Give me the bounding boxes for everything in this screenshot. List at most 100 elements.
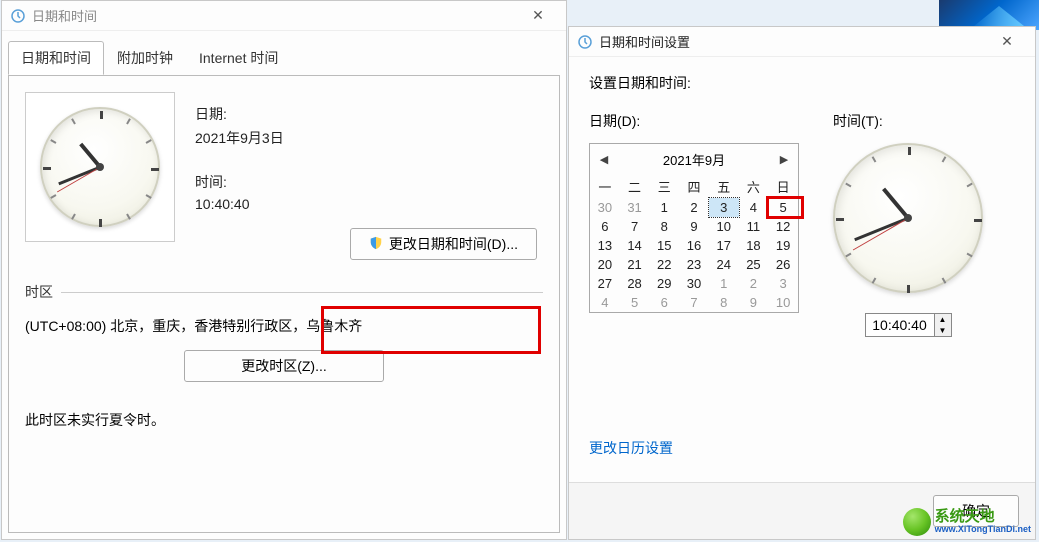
clock-app-icon	[577, 34, 593, 50]
calendar-day[interactable]: 2	[739, 274, 769, 293]
spinner-up[interactable]: ▲	[935, 314, 951, 325]
second-hand	[852, 218, 908, 251]
clock-app-icon	[10, 8, 26, 24]
calendar-day[interactable]: 31	[620, 198, 650, 217]
change-timezone-button[interactable]: 更改时区(Z)...	[184, 350, 384, 382]
clock-center	[904, 214, 912, 222]
tab-panel: 日期: 2021年9月3日 时间: 10:40:40 更改日期和时间(D)...…	[8, 75, 560, 533]
calendar-day[interactable]: 17	[709, 236, 739, 255]
globe-icon	[903, 508, 931, 536]
calendar-day[interactable]: 23	[679, 255, 709, 274]
calendar-day[interactable]: 12	[768, 217, 798, 236]
calendar-day[interactable]: 20	[590, 255, 620, 274]
close-button[interactable]: ✕	[987, 27, 1027, 56]
time-input[interactable]	[865, 313, 935, 337]
calendar-day[interactable]: 3	[768, 274, 798, 293]
datetime-window: 日期和时间 ✕ 日期和时间 附加时钟 Internet 时间 日期: 2021年…	[1, 0, 567, 540]
calendar-day[interactable]: 15	[649, 236, 679, 255]
clock-center	[96, 163, 104, 171]
watermark-line2: www.XiTongTianDi.net	[935, 525, 1031, 535]
dst-note: 此时区未实行夏令时。	[25, 410, 543, 430]
calendar-month-year[interactable]: 2021年9月	[663, 150, 725, 169]
calendar: ◀ 2021年9月 ▶ 一二三四五六日 30311234567891011121…	[589, 143, 799, 313]
minute-hand	[854, 217, 909, 242]
date-field-label: 日期(D):	[589, 111, 799, 131]
calendar-day[interactable]: 16	[679, 236, 709, 255]
tab-strip: 日期和时间 附加时钟 Internet 时间	[2, 37, 566, 75]
calendar-day[interactable]: 5	[620, 293, 650, 312]
prev-month-button[interactable]: ◀	[596, 152, 612, 168]
calendar-day[interactable]: 30	[590, 198, 620, 217]
calendar-day[interactable]: 30	[679, 274, 709, 293]
calendar-day[interactable]: 11	[739, 217, 769, 236]
calendar-day[interactable]: 25	[739, 255, 769, 274]
calendar-day[interactable]: 24	[709, 255, 739, 274]
calendar-dow: 六	[739, 175, 769, 198]
spinner-down[interactable]: ▼	[935, 325, 951, 336]
calendar-dow: 二	[620, 175, 650, 198]
calendar-day[interactable]: 8	[709, 293, 739, 312]
calendar-day[interactable]: 7	[620, 217, 650, 236]
calendar-day[interactable]: 14	[620, 236, 650, 255]
calendar-day[interactable]: 1	[709, 274, 739, 293]
calendar-day[interactable]: 4	[739, 198, 769, 217]
watermark-line1: 系统天地	[935, 509, 1031, 526]
calendar-day[interactable]: 9	[679, 217, 709, 236]
time-field-label: 时间(T):	[833, 111, 883, 131]
calendar-dow: 三	[649, 175, 679, 198]
dialog-prompt: 设置日期和时间:	[589, 73, 1015, 93]
calendar-day[interactable]: 13	[590, 236, 620, 255]
change-datetime-button[interactable]: 更改日期和时间(D)...	[350, 228, 537, 260]
clock-preview	[25, 92, 175, 242]
analog-clock	[40, 107, 160, 227]
watermark: 系统天地 www.XiTongTianDi.net	[903, 508, 1031, 536]
calendar-day[interactable]: 3	[709, 198, 739, 217]
change-calendar-settings-link[interactable]: 更改日历设置	[589, 438, 1015, 458]
calendar-day[interactable]: 6	[649, 293, 679, 312]
calendar-day[interactable]: 8	[649, 217, 679, 236]
calendar-dow: 日	[768, 175, 798, 198]
tab-additional-clocks[interactable]: 附加时钟	[104, 41, 186, 75]
calendar-day[interactable]: 10	[709, 217, 739, 236]
time-value: 10:40:40	[195, 196, 543, 212]
calendar-day[interactable]: 19	[768, 236, 798, 255]
dialog-titlebar[interactable]: 日期和时间设置 ✕	[569, 27, 1035, 57]
time-label: 时间:	[195, 172, 543, 192]
tab-datetime[interactable]: 日期和时间	[8, 41, 104, 75]
window-title: 日期和时间	[32, 6, 97, 25]
divider	[61, 292, 543, 293]
calendar-dow: 五	[709, 175, 739, 198]
calendar-dow: 一	[590, 175, 620, 198]
timezone-header: 时区	[25, 282, 53, 302]
change-datetime-label: 更改日期和时间(D)...	[389, 234, 518, 254]
calendar-day[interactable]: 28	[620, 274, 650, 293]
calendar-day[interactable]: 4	[590, 293, 620, 312]
shield-icon	[369, 236, 383, 253]
calendar-dow: 四	[679, 175, 709, 198]
next-month-button[interactable]: ▶	[776, 152, 792, 168]
calendar-day[interactable]: 2	[679, 198, 709, 217]
calendar-day[interactable]: 29	[649, 274, 679, 293]
close-button[interactable]: ✕	[518, 1, 558, 30]
calendar-day[interactable]: 27	[590, 274, 620, 293]
titlebar[interactable]: 日期和时间 ✕	[2, 1, 566, 31]
calendar-day[interactable]: 10	[768, 293, 798, 312]
calendar-day[interactable]: 1	[649, 198, 679, 217]
change-timezone-label: 更改时区(Z)...	[241, 356, 327, 376]
calendar-day[interactable]: 6	[590, 217, 620, 236]
calendar-day[interactable]: 7	[679, 293, 709, 312]
calendar-day[interactable]: 18	[739, 236, 769, 255]
tab-internet-time[interactable]: Internet 时间	[186, 41, 291, 75]
date-label: 日期:	[195, 104, 543, 124]
datetime-settings-dialog: 日期和时间设置 ✕ 设置日期和时间: 日期(D): ◀ 2021年9月 ▶ 一二…	[568, 26, 1036, 540]
calendar-day[interactable]: 5	[768, 198, 798, 217]
calendar-day[interactable]: 26	[768, 255, 798, 274]
calendar-day[interactable]: 21	[620, 255, 650, 274]
date-value: 2021年9月3日	[195, 128, 543, 148]
calendar-day[interactable]: 22	[649, 255, 679, 274]
dialog-title: 日期和时间设置	[599, 32, 690, 51]
calendar-day[interactable]: 9	[739, 293, 769, 312]
analog-clock-large	[833, 143, 983, 293]
timezone-value: (UTC+08:00) 北京，重庆，香港特别行政区，乌鲁木齐	[25, 316, 543, 336]
time-spinner[interactable]: ▲ ▼	[935, 313, 952, 337]
